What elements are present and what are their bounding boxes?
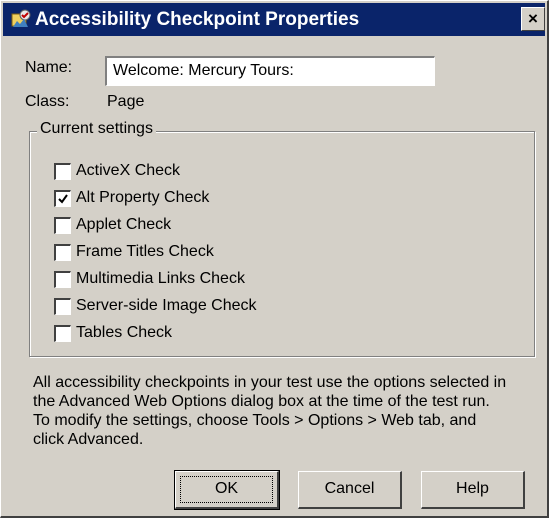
tables-check-label: Tables Check [76,324,173,341]
server-side-image-check-label: Server-side Image Check [76,297,257,314]
help-label: Help [456,480,489,497]
frame-titles-checkbox[interactable] [54,243,71,261]
multimedia-links-check-label: Multimedia Links Check [76,270,245,287]
activex-check-label: ActiveX Check [76,162,181,179]
close-button[interactable]: × [521,7,545,31]
alt-property-check-label: Alt Property Check [76,189,210,206]
window-title: Accessibility Checkpoint Properties [35,9,360,30]
class-value: Page [107,93,145,110]
alt-property-check-row[interactable]: Alt Property Check [54,187,209,209]
title-bar[interactable]: Accessibility Checkpoint Properties × [3,3,545,36]
activex-check-row[interactable]: ActiveX Check [54,160,180,182]
info-line: the Advanced Web Options dialog box at t… [33,393,490,410]
frame-titles-check-label: Frame Titles Check [76,243,214,260]
applet-checkbox[interactable] [54,216,71,234]
server-side-image-checkbox[interactable] [54,297,71,315]
tables-checkbox[interactable] [54,324,71,342]
frame-titles-check-row[interactable]: Frame Titles Check [54,241,214,263]
cancel-button[interactable]: Cancel [298,471,402,509]
name-label: Name: [25,59,73,76]
applet-check-label: Applet Check [76,216,172,233]
info-line: All accessibility checkpoints in your te… [33,374,507,391]
checkmark-icon [58,193,68,204]
multimedia-links-checkbox[interactable] [54,270,71,288]
checkpoint-icon [9,8,33,32]
class-label: Class: [25,93,70,110]
server-side-image-check-row[interactable]: Server-side Image Check [54,295,257,317]
info-text: All accessibility checkpoints in your te… [33,373,543,449]
ok-label: OK [214,480,239,497]
name-field[interactable]: Welcome: Mercury Tours: [105,56,435,86]
current-settings-label: Current settings [37,120,156,138]
ok-button[interactable]: OK [174,470,280,510]
close-icon: × [528,9,538,28]
name-value: Welcome: Mercury Tours: [113,62,294,79]
multimedia-links-check-row[interactable]: Multimedia Links Check [54,268,245,290]
alt-property-checkbox[interactable] [54,189,71,207]
help-button[interactable]: Help [421,471,525,509]
accessibility-checkpoint-dialog: Accessibility Checkpoint Properties × Na… [0,0,549,518]
info-line: To modify the settings, choose Tools > O… [33,412,477,429]
applet-check-row[interactable]: Applet Check [54,214,171,236]
info-line: click Advanced. [33,431,144,448]
activex-checkbox[interactable] [54,162,71,180]
tables-check-row[interactable]: Tables Check [54,322,172,344]
cancel-label: Cancel [324,480,375,497]
